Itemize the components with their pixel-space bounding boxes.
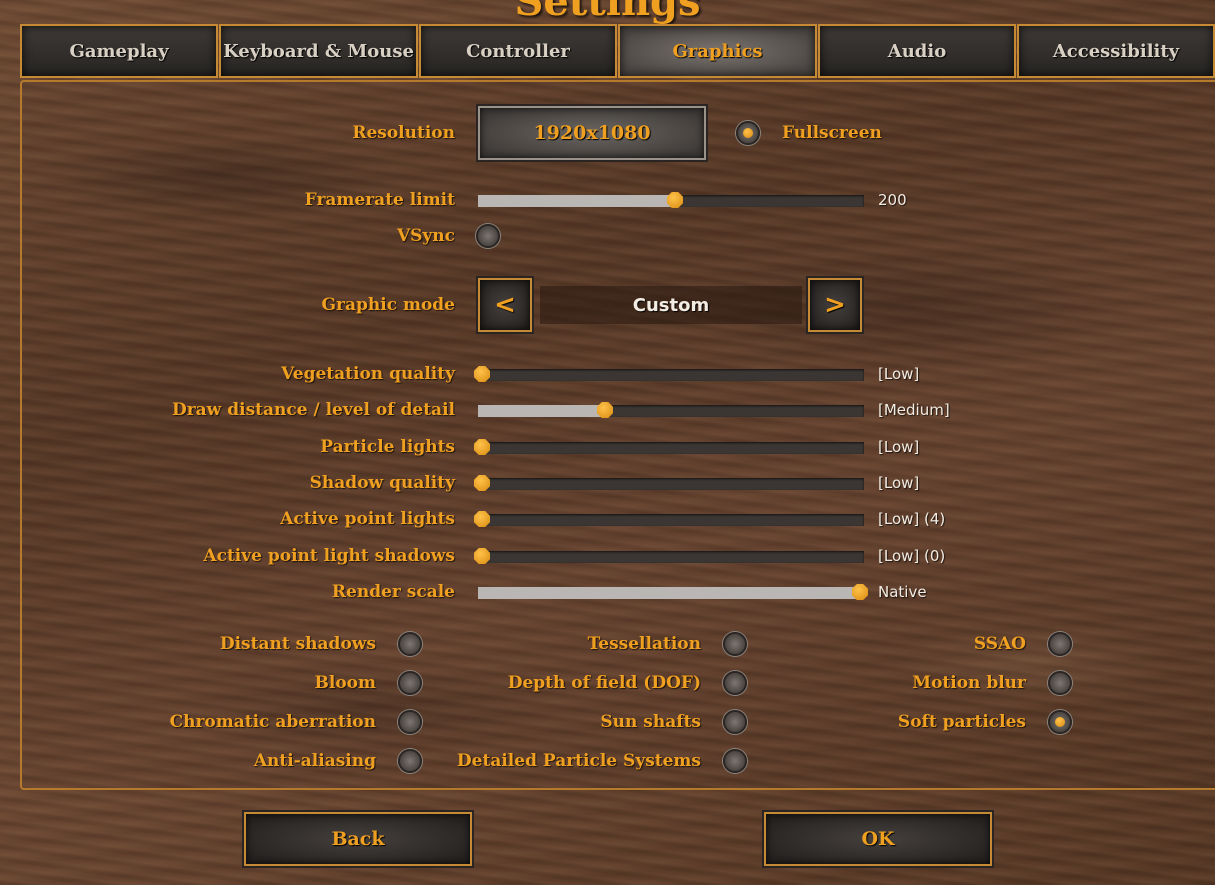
framerate-slider[interactable] — [478, 192, 864, 208]
draw-distance-value: [Medium] — [878, 401, 950, 419]
slider-fill — [478, 405, 605, 417]
slider-knob[interactable] — [474, 511, 490, 527]
slider-knob[interactable] — [597, 402, 613, 418]
vegetation-quality-label: Vegetation quality — [281, 364, 455, 384]
chromatic-aberration-label: Chromatic aberration — [169, 712, 376, 732]
active-point-lights-label: Active point lights — [280, 509, 455, 529]
fullscreen-label: Fullscreen — [782, 123, 882, 143]
framerate-label: Framerate limit — [304, 190, 455, 210]
anti-aliasing-toggle[interactable] — [398, 749, 422, 773]
fullscreen-toggle[interactable] — [736, 121, 760, 145]
slider-knob[interactable] — [474, 548, 490, 564]
vsync-toggle[interactable] — [476, 224, 500, 248]
bloom-label: Bloom — [314, 673, 377, 693]
render-scale-label: Render scale — [331, 582, 455, 602]
anti-aliasing-label: Anti-aliasing — [253, 751, 376, 771]
resolution-button[interactable]: 1920x1080 — [476, 104, 708, 162]
render-scale-slider[interactable] — [478, 584, 868, 600]
vegetation-quality-value: [Low] — [878, 365, 920, 383]
vsync-label: VSync — [396, 226, 455, 246]
particle-lights-label: Particle lights — [320, 437, 455, 457]
toggle-dot-icon — [743, 128, 753, 138]
tab-accessibility[interactable]: Accessibility — [1017, 24, 1215, 78]
soft-particles-toggle[interactable] — [1048, 710, 1072, 734]
back-button[interactable]: Back — [242, 810, 474, 868]
shadow-quality-value: [Low] — [878, 474, 920, 492]
graphic-mode-prev-button[interactable]: < — [476, 276, 534, 334]
active-point-lights-slider[interactable] — [474, 511, 864, 527]
shadow-quality-label: Shadow quality — [309, 473, 455, 493]
depth-of-field-toggle[interactable] — [723, 671, 747, 695]
sun-shafts-label: Sun shafts — [600, 712, 701, 732]
graphic-mode-next-button[interactable]: > — [806, 276, 864, 334]
render-scale-value: Native — [878, 583, 927, 601]
ssao-toggle[interactable] — [1048, 632, 1072, 656]
depth-of-field-label: Depth of field (DOF) — [507, 673, 701, 693]
slider-knob[interactable] — [667, 192, 683, 208]
tab-audio[interactable]: Audio — [818, 24, 1016, 78]
motion-blur-toggle[interactable] — [1048, 671, 1072, 695]
graphic-mode-value: Custom — [540, 286, 802, 324]
page-title: Settings — [514, 0, 701, 25]
draw-distance-label: Draw distance / level of detail — [171, 400, 455, 420]
toggle-dot-icon — [1055, 717, 1065, 727]
particle-lights-slider[interactable] — [474, 439, 864, 455]
slider-fill — [478, 587, 860, 599]
soft-particles-label: Soft particles — [897, 712, 1026, 732]
active-point-lights-value: [Low] (4) — [878, 510, 946, 528]
motion-blur-label: Motion blur — [912, 673, 1026, 693]
tessellation-toggle[interactable] — [723, 632, 747, 656]
chevron-right-icon: > — [824, 290, 846, 320]
tab-controller[interactable]: Controller — [419, 24, 617, 78]
ok-button[interactable]: OK — [762, 810, 994, 868]
ssao-label: SSAO — [973, 634, 1026, 654]
distant-shadows-toggle[interactable] — [398, 632, 422, 656]
slider-knob[interactable] — [852, 584, 868, 600]
slider-fill — [478, 195, 675, 207]
particle-lights-value: [Low] — [878, 438, 920, 456]
chromatic-aberration-toggle[interactable] — [398, 710, 422, 734]
tab-gameplay[interactable]: Gameplay — [20, 24, 218, 78]
shadow-quality-slider[interactable] — [474, 475, 864, 491]
bloom-toggle[interactable] — [398, 671, 422, 695]
active-point-light-shadows-label: Active point light shadows — [203, 546, 455, 566]
chevron-left-icon: < — [494, 290, 516, 320]
sun-shafts-toggle[interactable] — [723, 710, 747, 734]
active-point-light-shadows-slider[interactable] — [474, 548, 864, 564]
detailed-particle-systems-toggle[interactable] — [723, 749, 747, 773]
distant-shadows-label: Distant shadows — [219, 634, 376, 654]
graphic-mode-label: Graphic mode — [321, 295, 456, 315]
draw-distance-slider[interactable] — [478, 402, 864, 418]
tessellation-label: Tessellation — [587, 634, 701, 654]
tab-graphics[interactable]: Graphics — [618, 24, 817, 78]
resolution-label: Resolution — [352, 123, 455, 143]
detailed-particle-systems-label: Detailed Particle Systems — [456, 751, 701, 771]
vegetation-quality-slider[interactable] — [474, 366, 864, 382]
tab-keyboard-mouse[interactable]: Keyboard & Mouse — [219, 24, 418, 78]
active-point-light-shadows-value: [Low] (0) — [878, 547, 946, 565]
framerate-value: 200 — [878, 191, 907, 209]
